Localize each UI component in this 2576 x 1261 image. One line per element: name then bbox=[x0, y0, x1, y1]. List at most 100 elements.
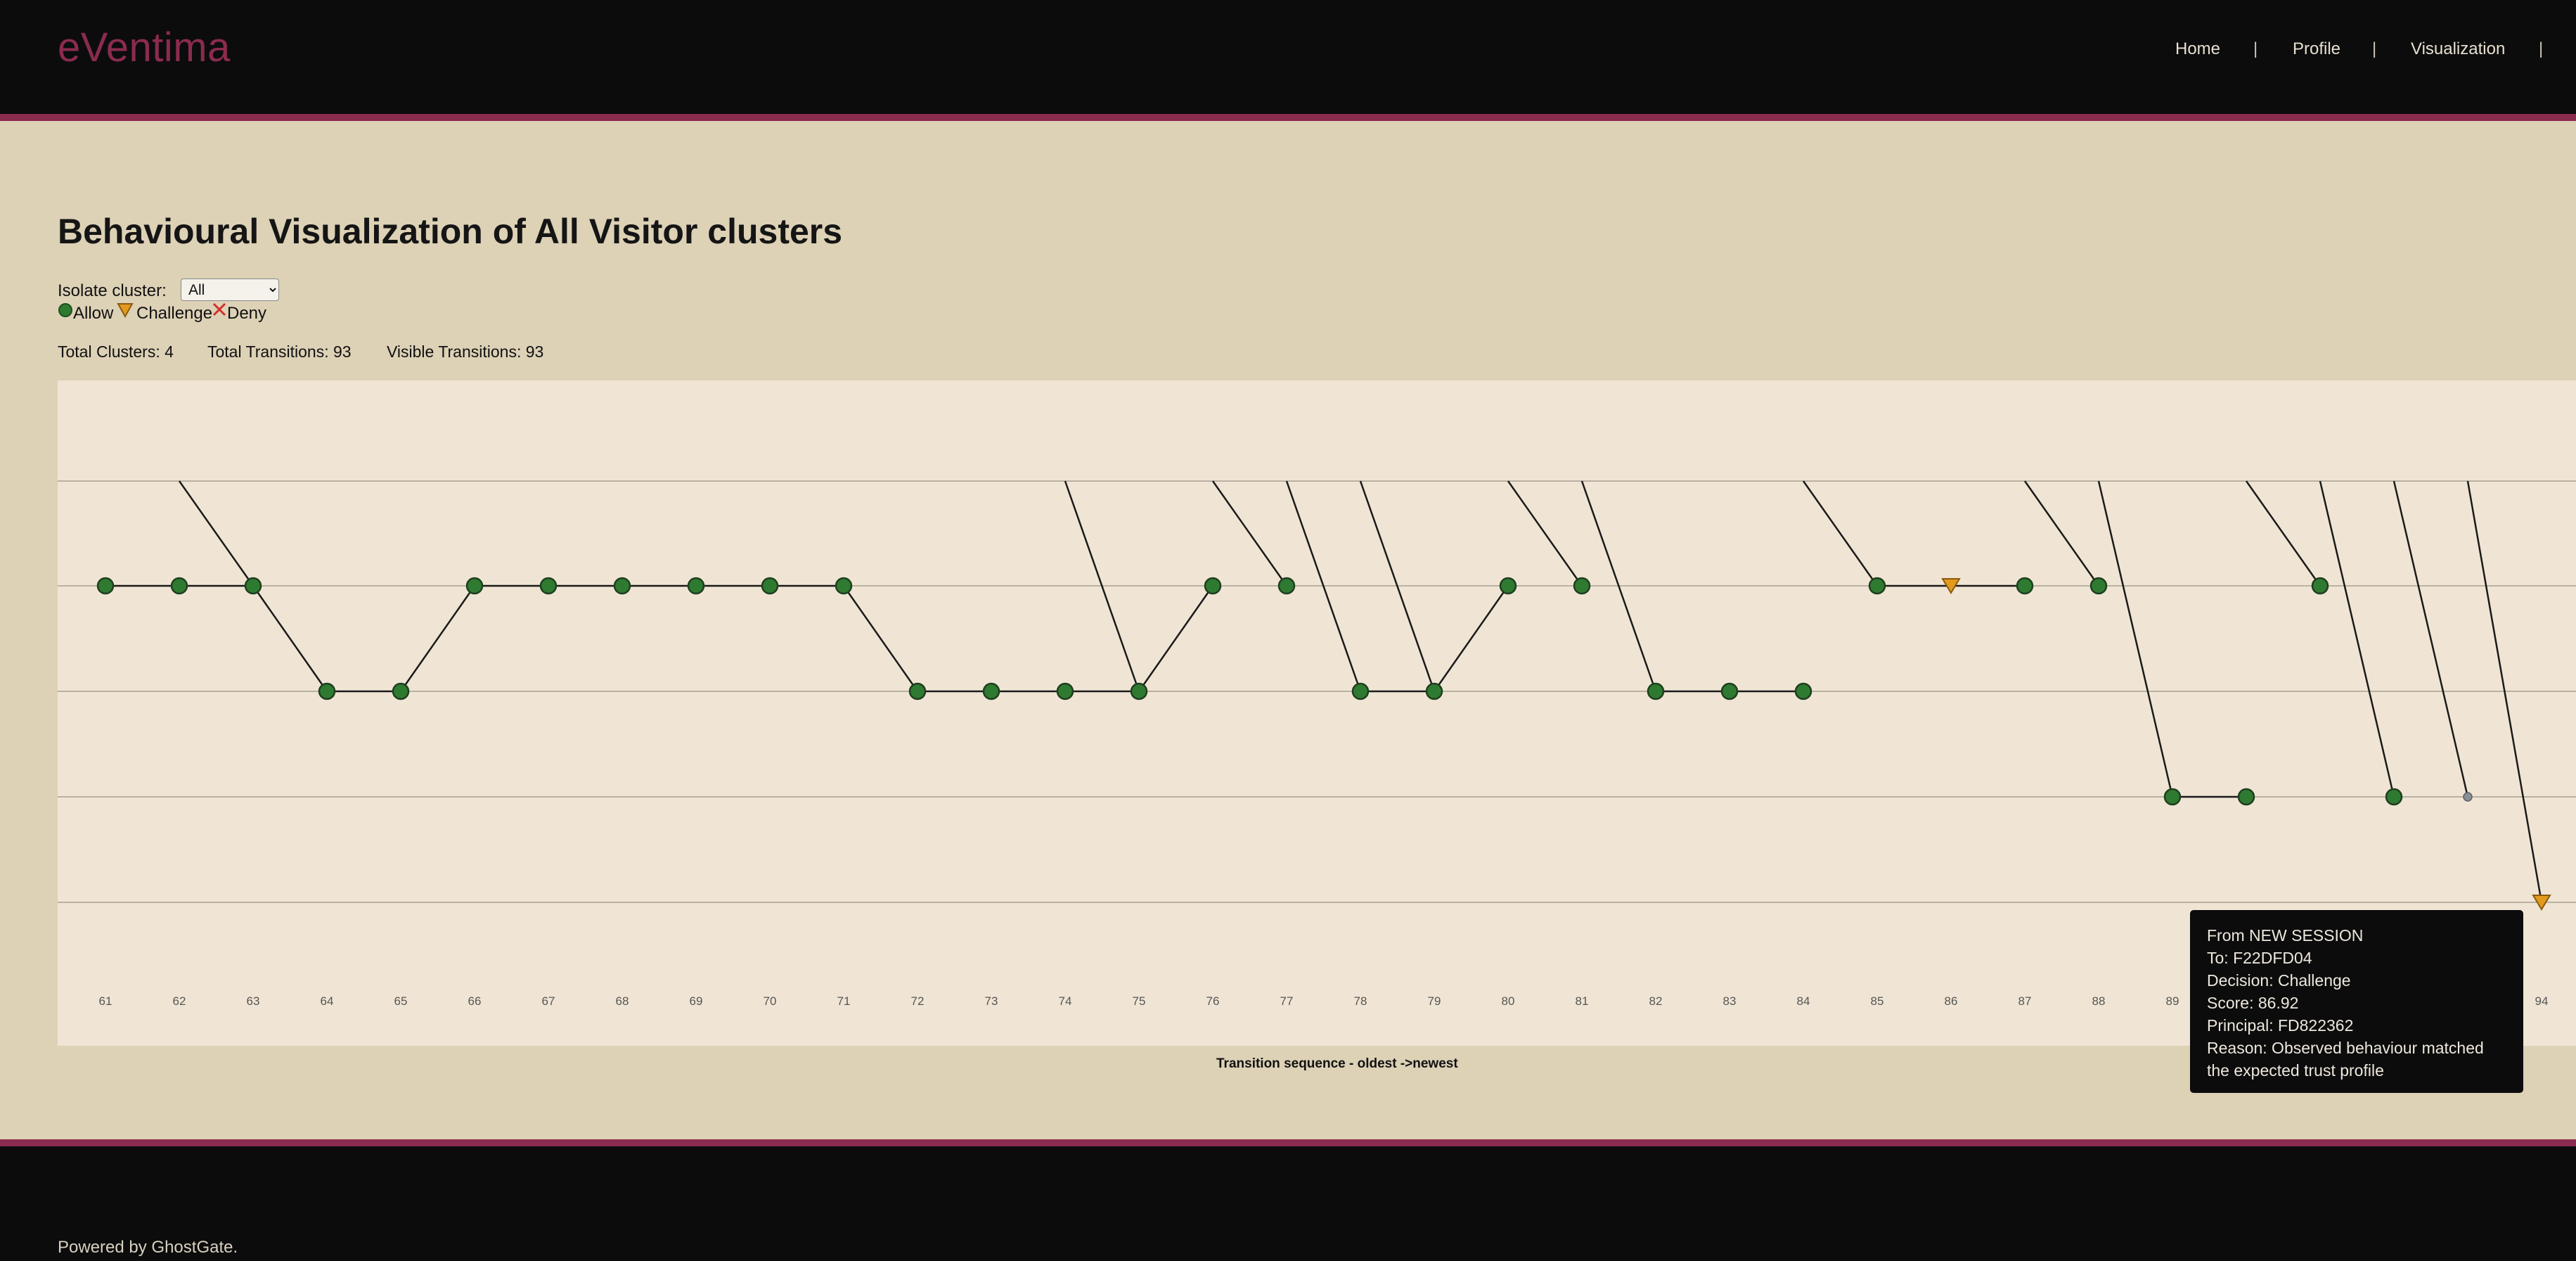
x-tick-label: 85 bbox=[1871, 994, 1884, 1008]
transition-entry-line bbox=[1802, 480, 1879, 587]
tooltip-reason-line1: Reason: Observed behaviour matched bbox=[2207, 1039, 2484, 1057]
allow-point[interactable] bbox=[1499, 577, 1517, 595]
allow-point[interactable] bbox=[392, 682, 410, 700]
transition-line bbox=[252, 585, 328, 692]
x-tick-label: 64 bbox=[321, 994, 334, 1008]
legend-challenge-label: Challenge bbox=[136, 304, 213, 323]
allow-point[interactable] bbox=[539, 577, 558, 595]
x-axis-caption: Transition sequence - oldest ->newest bbox=[1216, 1056, 1458, 1071]
x-tick-label: 71 bbox=[837, 994, 851, 1008]
x-tick-label: 73 bbox=[985, 994, 998, 1008]
transition-entry-line bbox=[178, 480, 255, 587]
allow-point[interactable] bbox=[2385, 788, 2403, 806]
legend-allow-label: Allow bbox=[73, 304, 114, 323]
allow-point[interactable] bbox=[2016, 577, 2034, 595]
powered-by-text: Powered by GhostGate. bbox=[58, 1238, 238, 1257]
x-tick-label: 65 bbox=[394, 994, 408, 1008]
allow-point[interactable] bbox=[1794, 682, 1812, 700]
nav-profile-link[interactable]: Profile bbox=[2293, 39, 2340, 59]
transition-entry-line bbox=[1211, 480, 1288, 587]
x-tick-label: 83 bbox=[1723, 994, 1737, 1008]
deny-cross-icon bbox=[212, 302, 226, 316]
allow-point[interactable] bbox=[613, 577, 631, 595]
tooltip-from: From NEW SESSION bbox=[2207, 926, 2364, 945]
x-tick-label: 77 bbox=[1280, 994, 1294, 1008]
transition-line bbox=[1433, 585, 1509, 692]
transition-tooltip: From NEW SESSION To: F22DFD04 Decision: … bbox=[2190, 910, 2523, 1093]
allow-point[interactable] bbox=[1351, 682, 1370, 700]
transition-entry-line bbox=[1507, 480, 1583, 587]
total-clusters: Total Clusters: 4 bbox=[58, 343, 174, 361]
transition-line bbox=[1138, 585, 1214, 692]
allow-point[interactable] bbox=[1204, 577, 1222, 595]
x-tick-label: 69 bbox=[690, 994, 703, 1008]
x-tick-label: 84 bbox=[1797, 994, 1810, 1008]
x-tick-label: 67 bbox=[542, 994, 555, 1008]
transition-line bbox=[399, 585, 476, 692]
allow-point[interactable] bbox=[1868, 577, 1886, 595]
tooltip-reason-line2: the expected trust profile bbox=[2207, 1061, 2384, 1080]
total-transitions: Total Transitions: 93 bbox=[207, 343, 352, 361]
allow-point[interactable] bbox=[1720, 682, 1739, 700]
transition-line bbox=[842, 585, 919, 692]
nav-visualization-link[interactable]: Visualization bbox=[2411, 39, 2505, 59]
x-tick-label: 88 bbox=[2092, 994, 2106, 1008]
x-tick-label: 94 bbox=[2535, 994, 2549, 1008]
allow-point[interactable] bbox=[1647, 682, 1665, 700]
allow-point[interactable] bbox=[761, 577, 779, 595]
x-tick-label: 70 bbox=[764, 994, 777, 1008]
cluster-filter-label: Isolate cluster: bbox=[58, 281, 167, 300]
x-tick-label: 80 bbox=[1502, 994, 1515, 1008]
x-tick-label: 74 bbox=[1059, 994, 1072, 1008]
x-tick-label: 62 bbox=[173, 994, 186, 1008]
allow-point[interactable] bbox=[1573, 577, 1591, 595]
x-tick-label: 68 bbox=[616, 994, 629, 1008]
x-tick-label: 82 bbox=[1649, 994, 1663, 1008]
unknown-point[interactable] bbox=[2463, 792, 2473, 802]
allow-point[interactable] bbox=[1056, 682, 1074, 700]
page-title: Behavioural Visualization of All Visitor… bbox=[58, 212, 843, 251]
x-tick-label: 66 bbox=[468, 994, 482, 1008]
challenge-triangle-icon bbox=[117, 303, 134, 319]
nav-separator: | bbox=[2253, 39, 2258, 58]
tooltip-decision: Decision: Challenge bbox=[2207, 971, 2351, 990]
allow-point[interactable] bbox=[170, 577, 188, 595]
x-tick-label: 61 bbox=[99, 994, 112, 1008]
nav-separator: | bbox=[2372, 39, 2377, 58]
x-tick-label: 81 bbox=[1576, 994, 1589, 1008]
allow-point[interactable] bbox=[96, 577, 115, 595]
x-tick-label: 72 bbox=[911, 994, 925, 1008]
transition-entry-line bbox=[2245, 480, 2321, 587]
allow-point[interactable] bbox=[982, 682, 1000, 700]
allow-point[interactable] bbox=[1130, 682, 1148, 700]
allow-point[interactable] bbox=[908, 682, 927, 700]
x-tick-label: 76 bbox=[1206, 994, 1220, 1008]
tooltip-to: To: F22DFD04 bbox=[2207, 949, 2312, 967]
nav-separator: | bbox=[2539, 39, 2544, 58]
allow-point[interactable] bbox=[1277, 577, 1296, 595]
allow-point[interactable] bbox=[2089, 577, 2108, 595]
allow-point[interactable] bbox=[2237, 788, 2255, 806]
allow-point[interactable] bbox=[465, 577, 484, 595]
allow-point[interactable] bbox=[244, 577, 262, 595]
footer bbox=[0, 1139, 2576, 1261]
x-tick-label: 89 bbox=[2166, 994, 2179, 1008]
allow-point[interactable] bbox=[2311, 577, 2329, 595]
nav-home-link[interactable]: Home bbox=[2175, 39, 2220, 59]
x-tick-label: 75 bbox=[1133, 994, 1146, 1008]
allow-dot-icon bbox=[58, 303, 72, 317]
allow-point[interactable] bbox=[2163, 788, 2182, 806]
transition-entry-line bbox=[2097, 480, 2174, 798]
top-navbar: eVentima Home | Profile | Visualization … bbox=[0, 0, 2576, 121]
x-tick-label: 86 bbox=[1945, 994, 1958, 1008]
x-tick-label: 78 bbox=[1354, 994, 1367, 1008]
legend-deny-label: Deny bbox=[227, 304, 267, 323]
cluster-select[interactable]: All bbox=[181, 279, 279, 301]
allow-point[interactable] bbox=[835, 577, 853, 595]
tooltip-principal: Principal: FD822362 bbox=[2207, 1016, 2354, 1035]
allow-point[interactable] bbox=[1425, 682, 1443, 700]
allow-point[interactable] bbox=[318, 682, 336, 700]
allow-point[interactable] bbox=[687, 577, 705, 595]
visible-transitions: Visible Transitions: 93 bbox=[387, 343, 544, 361]
x-tick-label: 87 bbox=[2018, 994, 2032, 1008]
